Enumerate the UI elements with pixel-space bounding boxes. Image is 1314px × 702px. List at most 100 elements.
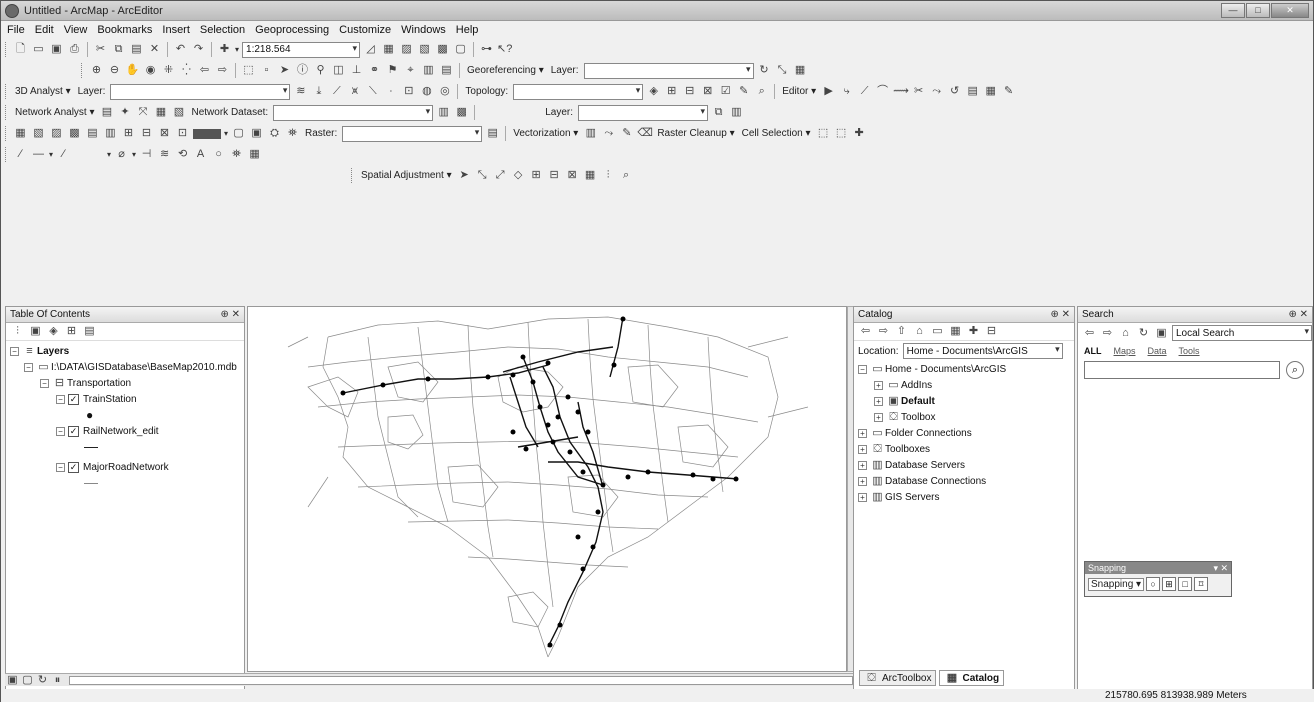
toc-layer-trainstation[interactable]: − ✓ TrainStation bbox=[6, 391, 244, 407]
raster-tool11-icon[interactable]: ▢ bbox=[231, 126, 246, 141]
raster-tool6-icon[interactable]: ▥ bbox=[103, 126, 118, 141]
cell-selection-menu[interactable]: Cell Selection ▾ bbox=[740, 128, 813, 139]
toc-group-row[interactable]: − ⊟ Transportation bbox=[6, 375, 244, 391]
select-network-location-icon[interactable]: ⤧ bbox=[136, 105, 151, 120]
connect-folder-icon[interactable]: ▭ bbox=[930, 324, 945, 339]
create-viewer-icon[interactable]: ▤ bbox=[439, 63, 454, 78]
refresh-icon[interactable]: ↻ bbox=[35, 673, 50, 688]
editor-menu[interactable]: Editor ▾ bbox=[780, 86, 818, 97]
toc-db-row[interactable]: − ▭ I:\DATA\GISDatabase\BaseMap2010.mdb bbox=[6, 359, 244, 375]
raster-tool14-icon[interactable]: ⛯ bbox=[285, 126, 300, 141]
menu-customize[interactable]: Customize bbox=[339, 24, 391, 36]
search-refresh-icon[interactable]: ↻ bbox=[1136, 326, 1151, 341]
filter-data[interactable]: Data bbox=[1148, 346, 1167, 356]
histogram-icon[interactable]: ▥ bbox=[729, 105, 744, 120]
contour-icon[interactable]: ≋ bbox=[293, 84, 308, 99]
3d-point-icon[interactable]: ∙ bbox=[383, 84, 398, 99]
cell-select2-icon[interactable]: ⬚ bbox=[834, 126, 849, 141]
catalog-up-icon[interactable]: ⇧ bbox=[894, 324, 909, 339]
edge-match-icon[interactable]: ⊠ bbox=[565, 168, 580, 183]
error-inspector-icon[interactable]: ⌕ bbox=[754, 84, 769, 99]
list-by-visibility-icon[interactable]: ◈ bbox=[46, 324, 61, 339]
search-home-icon[interactable]: ⌂ bbox=[1118, 326, 1133, 341]
network-analyst-window-icon[interactable]: ▤ bbox=[100, 105, 115, 120]
line-color-icon[interactable]: ∕ bbox=[56, 147, 71, 162]
minimize-button[interactable]: — bbox=[1221, 3, 1245, 18]
save-icon[interactable]: ▣ bbox=[49, 42, 64, 57]
add-control-points-icon[interactable]: ⤡ bbox=[775, 63, 790, 78]
go-to-xy-icon[interactable]: ⌖ bbox=[403, 63, 418, 78]
line-style-icon[interactable]: — bbox=[31, 147, 46, 162]
undo-icon[interactable]: ↶ bbox=[173, 42, 188, 57]
toc-layer-railnetwork[interactable]: − ✓ RailNetwork_edit bbox=[6, 423, 244, 439]
vectorization-settings-icon[interactable]: ▥ bbox=[583, 126, 598, 141]
modify-link-icon[interactable]: ⤢ bbox=[493, 168, 508, 183]
toc-layer-majorroad[interactable]: − ✓ MajorRoadNetwork bbox=[6, 459, 244, 475]
view-link-table-icon[interactable]: ▦ bbox=[583, 168, 598, 183]
raster-tool8-icon[interactable]: ⊟ bbox=[139, 126, 154, 141]
python-window-icon[interactable]: ▢ bbox=[453, 42, 468, 57]
validate-icon[interactable]: ☑ bbox=[718, 84, 733, 99]
add-data-icon[interactable]: ✚ bbox=[217, 42, 232, 57]
edit-annotation-icon[interactable]: ⤷ bbox=[839, 84, 854, 99]
network-dataset-combo[interactable] bbox=[273, 104, 434, 121]
redo-icon[interactable]: ↷ bbox=[191, 42, 206, 57]
raster-tool10-icon[interactable]: ⊡ bbox=[175, 126, 190, 141]
search-index-icon[interactable]: ▣ bbox=[1154, 326, 1169, 341]
raster-properties-icon[interactable]: ▤ bbox=[485, 126, 500, 141]
find-route-icon[interactable]: ⚑ bbox=[385, 63, 400, 78]
raster-tool4-icon[interactable]: ▩ bbox=[67, 126, 82, 141]
snapping-menu[interactable]: Snapping ▾ bbox=[1088, 577, 1145, 591]
data-view-icon[interactable]: ▢ bbox=[20, 673, 35, 688]
attributes-icon[interactable]: ▤ bbox=[965, 84, 980, 99]
text-icon[interactable]: A bbox=[193, 147, 208, 162]
build-network-icon[interactable]: ▥ bbox=[436, 105, 451, 120]
trace-icon[interactable]: ⟿ bbox=[893, 84, 909, 99]
cut-icon[interactable]: ✂ bbox=[93, 42, 108, 57]
catalog-db-connections[interactable]: + ▥ Database Connections bbox=[854, 473, 1074, 489]
catalog-new-icon[interactable]: ✚ bbox=[966, 324, 981, 339]
menu-selection[interactable]: Selection bbox=[200, 24, 245, 36]
raster-tool7-icon[interactable]: ⊞ bbox=[121, 126, 136, 141]
directions-icon[interactable]: ▧ bbox=[172, 105, 187, 120]
link-table-icon[interactable]: ▦ bbox=[793, 63, 808, 78]
point-snap-icon[interactable]: ○ bbox=[1146, 577, 1161, 591]
vertex-snap-icon[interactable]: □ bbox=[1178, 577, 1193, 591]
raster-tool5-icon[interactable]: ▤ bbox=[85, 126, 100, 141]
select-elements2-icon[interactable]: ➤ bbox=[457, 168, 472, 183]
menu-windows[interactable]: Windows bbox=[401, 24, 446, 36]
search-back-icon[interactable]: ⇦ bbox=[1082, 326, 1097, 341]
catalog-forward-icon[interactable]: ⇨ bbox=[876, 324, 891, 339]
color-swatch[interactable] bbox=[193, 128, 221, 139]
spatial-adjustment-menu[interactable]: Spatial Adjustment ▾ bbox=[359, 170, 454, 181]
raster-cleanup-menu[interactable]: Raster Cleanup ▾ bbox=[655, 128, 736, 139]
pause-drawing-icon[interactable]: ⏸ bbox=[50, 673, 65, 688]
delete-icon[interactable]: ✕ bbox=[147, 42, 162, 57]
trainstation-checkbox[interactable]: ✓ bbox=[68, 393, 79, 405]
print-icon[interactable]: ⎙ bbox=[67, 42, 82, 57]
pencil-icon[interactable]: ✎ bbox=[619, 126, 634, 141]
filter-maps[interactable]: Maps bbox=[1114, 346, 1136, 356]
catalog-views-icon[interactable]: ▦ bbox=[948, 324, 963, 339]
catalog-gis-servers[interactable]: + ▥ GIS Servers bbox=[854, 489, 1074, 505]
filter-all[interactable]: ALL bbox=[1084, 346, 1102, 356]
zoom-out-icon[interactable]: ⊖ bbox=[107, 63, 122, 78]
layout-view-icon[interactable]: ▣ bbox=[5, 673, 20, 688]
catalog-default[interactable]: + ▣ Default bbox=[854, 393, 1074, 409]
eraser-icon[interactable]: ⌫ bbox=[637, 126, 653, 141]
cell-select-icon[interactable]: ⬚ bbox=[816, 126, 831, 141]
steepest-path-icon[interactable]: ⤓ bbox=[311, 84, 326, 99]
cross-icon[interactable]: ✚ bbox=[852, 126, 867, 141]
identity-link-icon[interactable]: ⊞ bbox=[529, 168, 544, 183]
raster-tool13-icon[interactable]: ⛭ bbox=[267, 126, 282, 141]
search-pin-close[interactable]: ⊕ ✕ bbox=[1288, 309, 1308, 320]
arcscene-icon[interactable]: ◍ bbox=[419, 84, 434, 99]
arcglobe-icon[interactable]: ◎ bbox=[437, 84, 452, 99]
catalog-folder-connections[interactable]: + ▭ Folder Connections bbox=[854, 425, 1074, 441]
arctoolbox-window-icon[interactable]: ▩ bbox=[435, 42, 450, 57]
preview-icon[interactable]: ⌕ bbox=[619, 168, 634, 183]
vectorization-menu[interactable]: Vectorization ▾ bbox=[511, 128, 580, 139]
pan-icon[interactable]: ✋ bbox=[125, 63, 140, 78]
catalog-pin-close[interactable]: ⊕ ✕ bbox=[1050, 309, 1070, 320]
identify-icon[interactable]: ⓘ bbox=[295, 63, 310, 78]
